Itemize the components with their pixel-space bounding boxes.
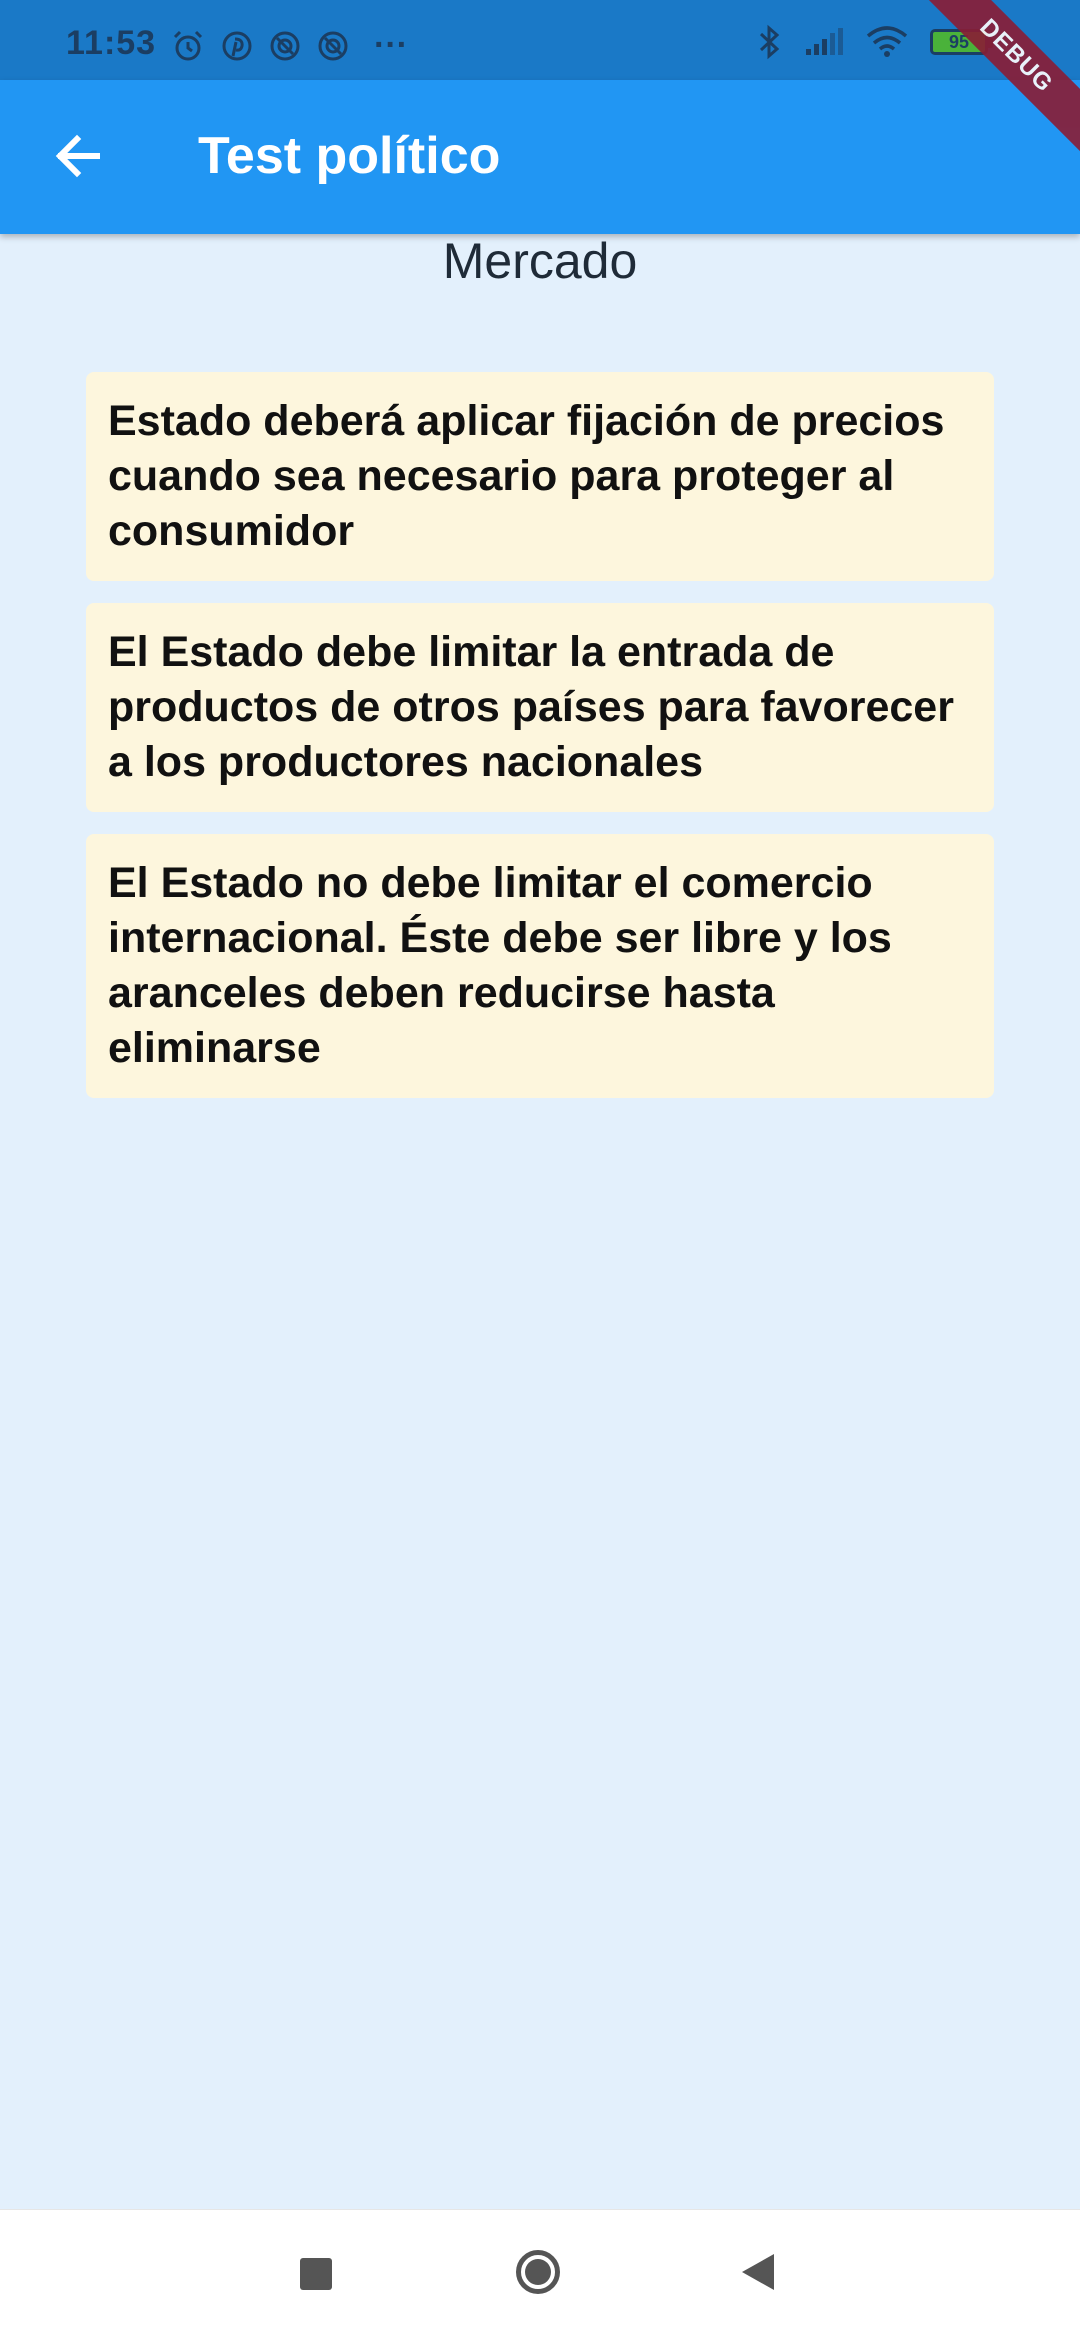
status-icons-right: 95: [758, 24, 993, 60]
bluetooth-icon: [759, 24, 780, 60]
page-title: Test político: [198, 127, 501, 185]
alarm-icon: [173, 30, 203, 60]
back-icon[interactable]: [742, 2254, 774, 2290]
blocked-icon: [318, 31, 348, 60]
wifi-icon: [866, 26, 908, 57]
more-notifications-icon: ···: [374, 26, 408, 64]
option-card[interactable]: El Estado debe limitar la entrada de pro…: [86, 603, 994, 812]
signal-icon: [806, 28, 843, 55]
status-icons-left: ···: [170, 26, 408, 65]
arrow-left-icon: [55, 134, 100, 178]
recents-icon[interactable]: [300, 2258, 332, 2290]
app-bar: Test político: [0, 80, 1080, 234]
option-card[interactable]: El Estado no debe limitar el comercio in…: [86, 834, 994, 1098]
section-title: Mercado: [442, 233, 638, 289]
system-nav-bar: [0, 2209, 1080, 2340]
pinterest-icon: [222, 31, 252, 60]
options-list: Estado deberá aplicar fijación de precio…: [86, 372, 994, 1120]
status-bar: 11:53 ··· 95: [0, 0, 1080, 80]
back-button[interactable]: [40, 118, 116, 194]
option-card[interactable]: Estado deberá aplicar fijación de precio…: [86, 372, 994, 581]
home-icon[interactable]: [516, 2250, 560, 2294]
status-time: 11:53: [66, 24, 157, 62]
blocked-icon: [270, 31, 300, 60]
